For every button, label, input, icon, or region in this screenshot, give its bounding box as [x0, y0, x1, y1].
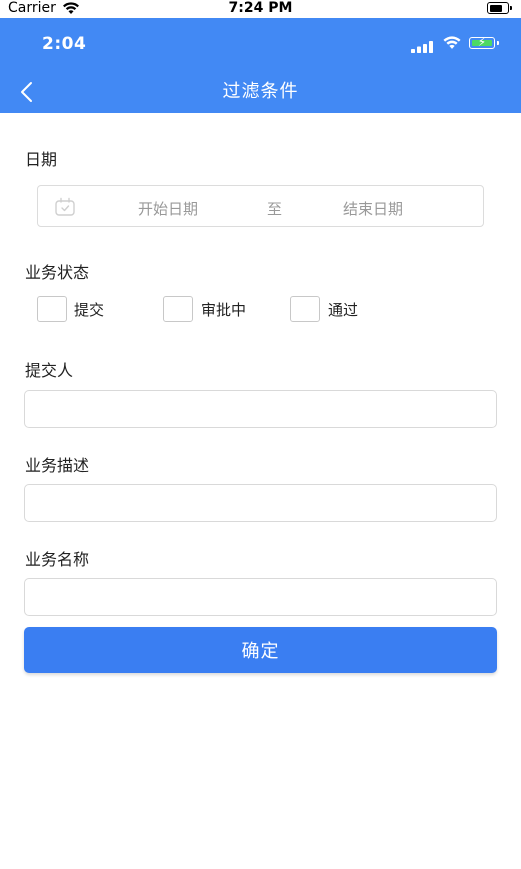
submitter-label: 提交人: [25, 361, 74, 380]
end-date-field[interactable]: 结束日期: [343, 198, 403, 219]
status-checkbox-approved[interactable]: [290, 296, 320, 322]
date-range-picker[interactable]: 开始日期 至 结束日期: [37, 185, 484, 227]
start-date-field[interactable]: 开始日期: [138, 198, 238, 219]
device-time: 7:24 PM: [228, 0, 293, 16]
device-status-bar: Carrier 7:24 PM: [0, 0, 521, 18]
date-separator: 至: [267, 200, 283, 218]
description-label: 业务描述: [25, 456, 90, 475]
status-checkbox-in-approval[interactable]: [163, 296, 193, 322]
date-label: 日期: [25, 150, 58, 169]
app-status-time: 2:04: [42, 34, 87, 54]
cellular-signal-icon: [411, 38, 435, 53]
app-header: 2:04 ⚡ 过滤条件: [0, 18, 521, 113]
battery-charging-icon: ⚡: [469, 35, 499, 49]
calendar-icon: [54, 197, 76, 221]
page-title: 过滤条件: [222, 81, 299, 102]
battery-icon: [487, 2, 512, 14]
description-input[interactable]: [24, 484, 497, 522]
status-option-label: 通过: [328, 301, 359, 319]
confirm-button[interactable]: 确定: [24, 627, 497, 673]
status-option-label: 提交: [74, 301, 105, 319]
submitter-input[interactable]: [24, 390, 497, 428]
business-name-input[interactable]: [24, 578, 497, 616]
business-name-label: 业务名称: [25, 550, 90, 569]
status-option-label: 审批中: [201, 301, 247, 319]
status-label: 业务状态: [25, 263, 90, 282]
wifi-icon: [442, 35, 462, 54]
status-checkbox-submitted[interactable]: [37, 296, 67, 322]
